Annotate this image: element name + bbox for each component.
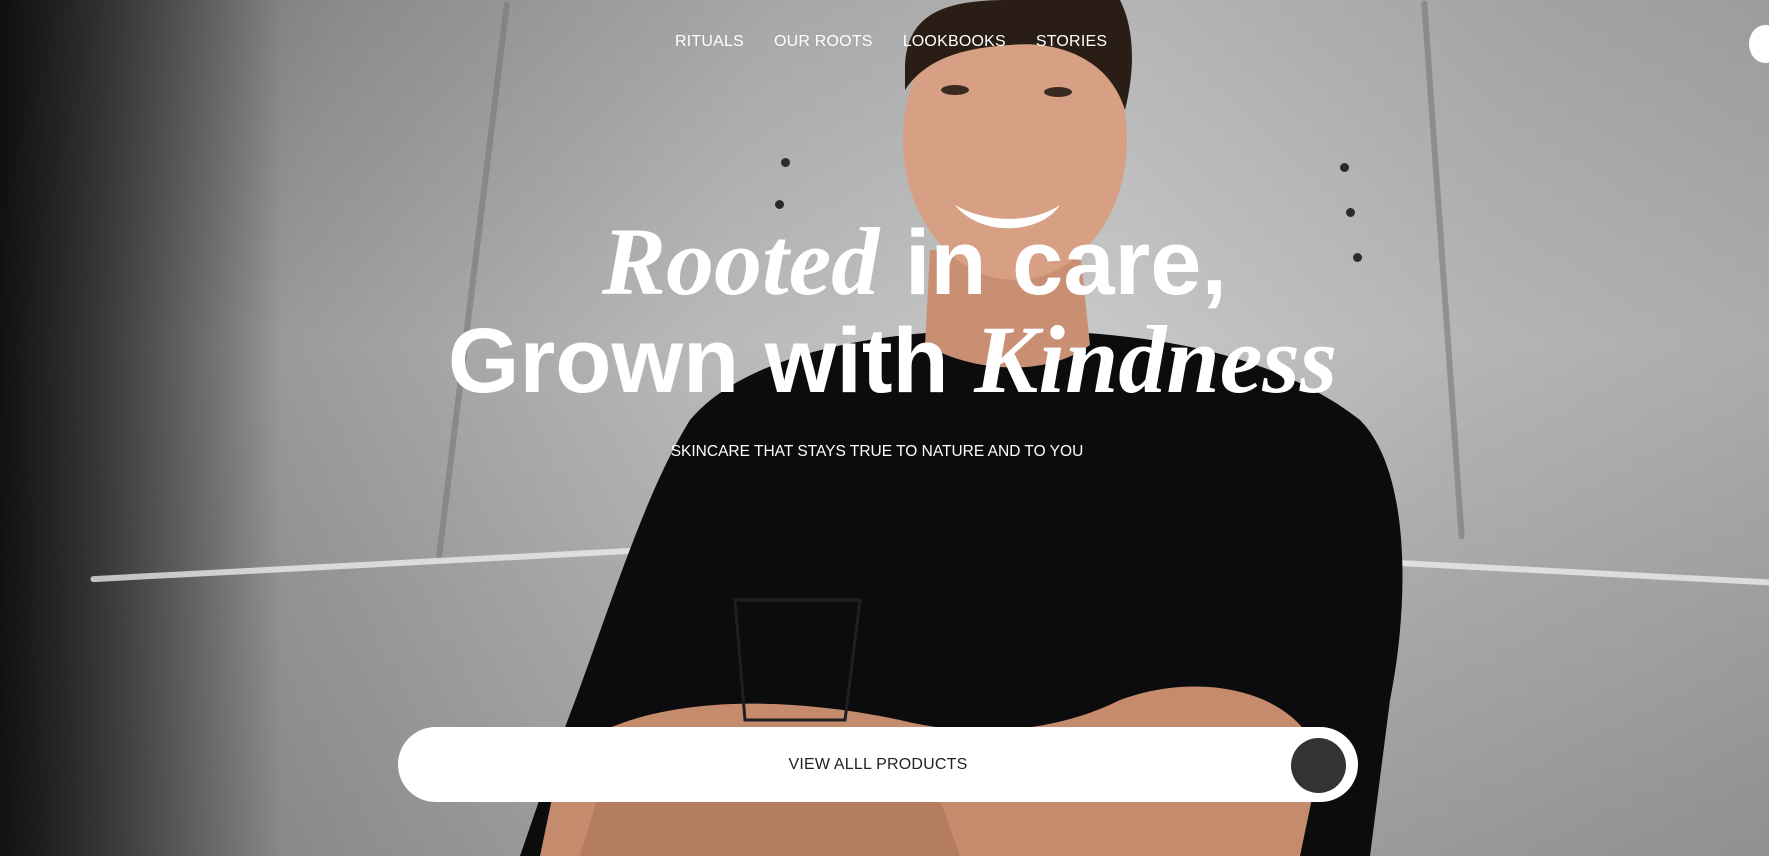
hero-headline-line-2: Grown with Kindness xyxy=(8,312,1769,408)
nav-item-our-roots[interactable]: OUR ROOTS xyxy=(774,33,873,51)
headline-italic-rooted: Rooted xyxy=(601,208,880,315)
hero-subtitle: SKINCARE THAT STAYS TRUE TO NATURE AND T… xyxy=(670,443,1084,460)
headline-text-in-care: in care, xyxy=(879,212,1228,314)
nav-item-lookbooks[interactable]: LOOKBOOKS xyxy=(903,33,1006,51)
headline-text-grown-with: Grown with xyxy=(447,310,975,412)
cta-arrow-circle-icon xyxy=(1291,738,1346,793)
main-nav: RITUALS OUR ROOTS LOOKBOOKS STORIES xyxy=(675,33,1107,51)
nav-item-rituals[interactable]: RITUALS xyxy=(675,33,744,51)
nav-item-stories[interactable]: STORIES xyxy=(1036,33,1107,51)
headline-italic-kindness: Kindness xyxy=(974,306,1338,413)
view-all-products-button[interactable]: VIEW ALLL PRODUCTS xyxy=(398,727,1358,802)
hero-headline-line-1: Rooted in care, xyxy=(30,214,1769,310)
hero-section: RITUALS OUR ROOTS LOOKBOOKS STORIES Root… xyxy=(0,0,1769,856)
cta-label: VIEW ALLL PRODUCTS xyxy=(788,756,968,773)
